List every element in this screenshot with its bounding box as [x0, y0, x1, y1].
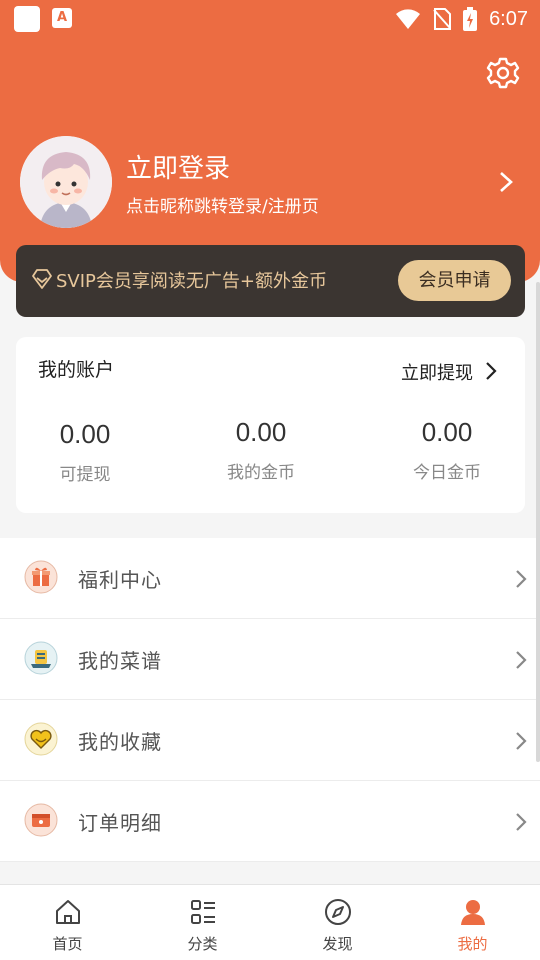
tab-discover[interactable]: 发现 [270, 885, 405, 960]
home-icon [55, 900, 80, 924]
chevron-right-icon [516, 651, 527, 669]
menu-label: 我的菜谱 [78, 649, 162, 673]
bottom-tab-bar: 首页 分类 发现 我的 [0, 884, 540, 960]
menu-item-my-recipes[interactable]: 我的菜谱 [0, 619, 540, 700]
account-title: 我的账户 [38, 359, 115, 381]
notification-icon [14, 6, 40, 32]
menu-list: 福利中心 我的菜谱 我的收藏 订单明细 [0, 538, 540, 862]
login-title[interactable]: 立即登录 [126, 148, 230, 185]
chevron-right-icon [516, 570, 527, 588]
tab-label: 我的 [457, 935, 488, 953]
recipe-icon [24, 641, 58, 675]
menu-item-order-details[interactable]: 订单明细 [0, 781, 540, 862]
menu-label: 福利中心 [78, 568, 162, 592]
scrollbar[interactable] [536, 282, 540, 762]
vip-diamond-icon [32, 269, 52, 289]
avatar[interactable] [20, 136, 112, 228]
heart-icon [24, 722, 58, 756]
stat-withdrawable[interactable]: 0.00 可提现 [30, 419, 140, 485]
login-subtitle[interactable]: 点击昵称跳转登录/注册页 [126, 192, 319, 217]
tab-label: 分类 [187, 935, 218, 953]
tab-home[interactable]: 首页 [0, 885, 135, 960]
menu-item-welfare-center[interactable]: 福利中心 [0, 538, 540, 619]
vip-promo-text: SVIP会员享阅读无广告+额外金币 [56, 271, 327, 292]
account-card: 我的账户 立即提现 0.00 可提现 0.00 我的金币 0.00 今日金币 [16, 337, 525, 513]
stat-value: 0.00 [59, 419, 111, 449]
menu-label: 订单明细 [78, 811, 162, 835]
tab-category[interactable]: 分类 [135, 885, 270, 960]
gift-icon [24, 560, 58, 594]
compass-icon [324, 899, 351, 925]
vip-apply-button[interactable]: 会员申请 [398, 260, 511, 301]
vip-banner[interactable]: SVIP会员享阅读无广告+额外金币 会员申请 [16, 245, 525, 317]
chevron-right-icon [516, 732, 527, 750]
withdraw-link[interactable]: 立即提现 [401, 359, 473, 385]
stat-label: 可提现 [59, 465, 111, 485]
app-notification-icon: A [52, 8, 72, 28]
stat-label: 我的金币 [227, 463, 295, 483]
battery-icon [463, 7, 478, 31]
tab-label: 首页 [52, 935, 83, 953]
order-icon [24, 803, 58, 837]
chevron-right-icon[interactable] [496, 170, 516, 194]
menu-label: 我的收藏 [78, 730, 162, 754]
wifi-icon [396, 9, 421, 29]
chevron-right-icon [516, 813, 527, 831]
chevron-right-icon[interactable] [484, 361, 498, 381]
tab-mine[interactable]: 我的 [405, 885, 540, 960]
stat-value: 0.00 [235, 417, 287, 447]
stat-label: 今日金币 [413, 463, 481, 483]
no-sim-icon [433, 8, 452, 30]
menu-item-my-favorites[interactable]: 我的收藏 [0, 700, 540, 781]
status-bar: A 6:07 [0, 0, 540, 38]
stat-value: 0.00 [421, 417, 473, 447]
avatar-illustration [20, 136, 112, 228]
settings-gear-icon[interactable] [486, 56, 520, 90]
clock: 6:07 [489, 7, 528, 30]
stat-my-coins[interactable]: 0.00 我的金币 [206, 417, 316, 483]
user-icon [460, 900, 485, 925]
tab-label: 发现 [322, 935, 353, 953]
category-icon [190, 900, 215, 924]
stat-today-coins[interactable]: 0.00 今日金币 [392, 417, 502, 483]
